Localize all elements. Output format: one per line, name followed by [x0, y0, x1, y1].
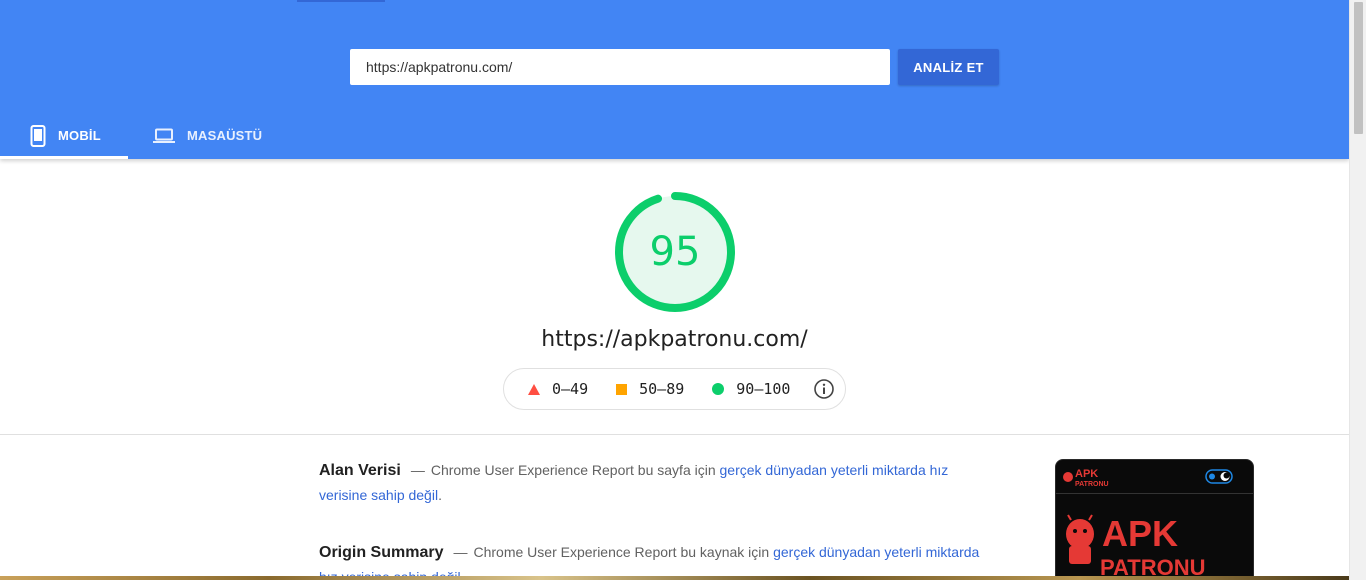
sentence-end: .	[438, 487, 442, 503]
tab-desktop-label: MASAÜSTÜ	[187, 128, 263, 143]
green-circle-icon	[712, 383, 725, 395]
svg-text:PATRONU: PATRONU	[1075, 481, 1109, 488]
thumbnail-header: APK PATRONU	[1056, 460, 1253, 494]
legend-item-fail: 0–49	[528, 380, 588, 398]
url-input[interactable]	[350, 49, 890, 85]
analyze-button[interactable]: ANALİZ ET	[898, 49, 999, 85]
legend-item-average: 50–89	[616, 380, 684, 398]
laptop-icon	[153, 128, 175, 144]
bottom-image-strip	[0, 576, 1349, 580]
site-logo-small: APK PATRONU	[1063, 468, 1233, 488]
svg-text:APK: APK	[1075, 468, 1098, 480]
top-indicator	[297, 0, 385, 2]
smartphone-icon	[30, 124, 46, 147]
info-icon[interactable]	[813, 378, 835, 400]
section-description: Chrome User Experience Report bu kaynak …	[473, 544, 770, 560]
score-legend: 0–49 50–89 90–100	[503, 368, 846, 410]
tab-mobile[interactable]: MOBİL	[0, 112, 128, 159]
title-dash: —	[410, 462, 425, 478]
title-dash: —	[453, 544, 468, 560]
tab-mobile-label: MOBİL	[58, 128, 101, 143]
orange-square-icon	[616, 383, 628, 395]
section-title: Alan Verisi	[319, 462, 401, 479]
section-divider	[0, 434, 1349, 435]
field-data-section: Alan Verisi — Chrome User Experience Repor…	[319, 458, 989, 508]
performance-score: 95	[649, 229, 701, 275]
section-description: Chrome User Experience Report bu sayfa i…	[430, 462, 716, 478]
tab-active-underline	[0, 156, 128, 159]
page-screenshot-thumbnail: APK PATRONU APK PATRONU	[1055, 459, 1254, 580]
legend-range: 50–89	[639, 380, 685, 398]
scrollbar-thumb[interactable]	[1354, 2, 1363, 134]
legend-range: 90–100	[736, 380, 791, 398]
legend-range: 0–49	[552, 380, 589, 398]
section-title: Origin Summary	[319, 544, 444, 561]
page: ANALİZ ET MOBİL MASAÜSTÜ	[0, 0, 1366, 580]
origin-summary-section: Origin Summary — Chrome User Experience Re…	[319, 540, 989, 580]
analyzed-url: https://apkpatronu.com/	[541, 327, 808, 352]
legend-item-pass: 90–100	[712, 380, 790, 398]
header-bar: ANALİZ ET MOBİL MASAÜSTÜ	[0, 0, 1349, 159]
tab-desktop[interactable]: MASAÜSTÜ	[153, 112, 283, 159]
page-scrollbar[interactable]	[1349, 0, 1366, 580]
red-triangle-icon	[528, 383, 540, 395]
svg-text:APK: APK	[1102, 513, 1178, 554]
site-logo-large: APK PATRONU	[1066, 513, 1206, 580]
